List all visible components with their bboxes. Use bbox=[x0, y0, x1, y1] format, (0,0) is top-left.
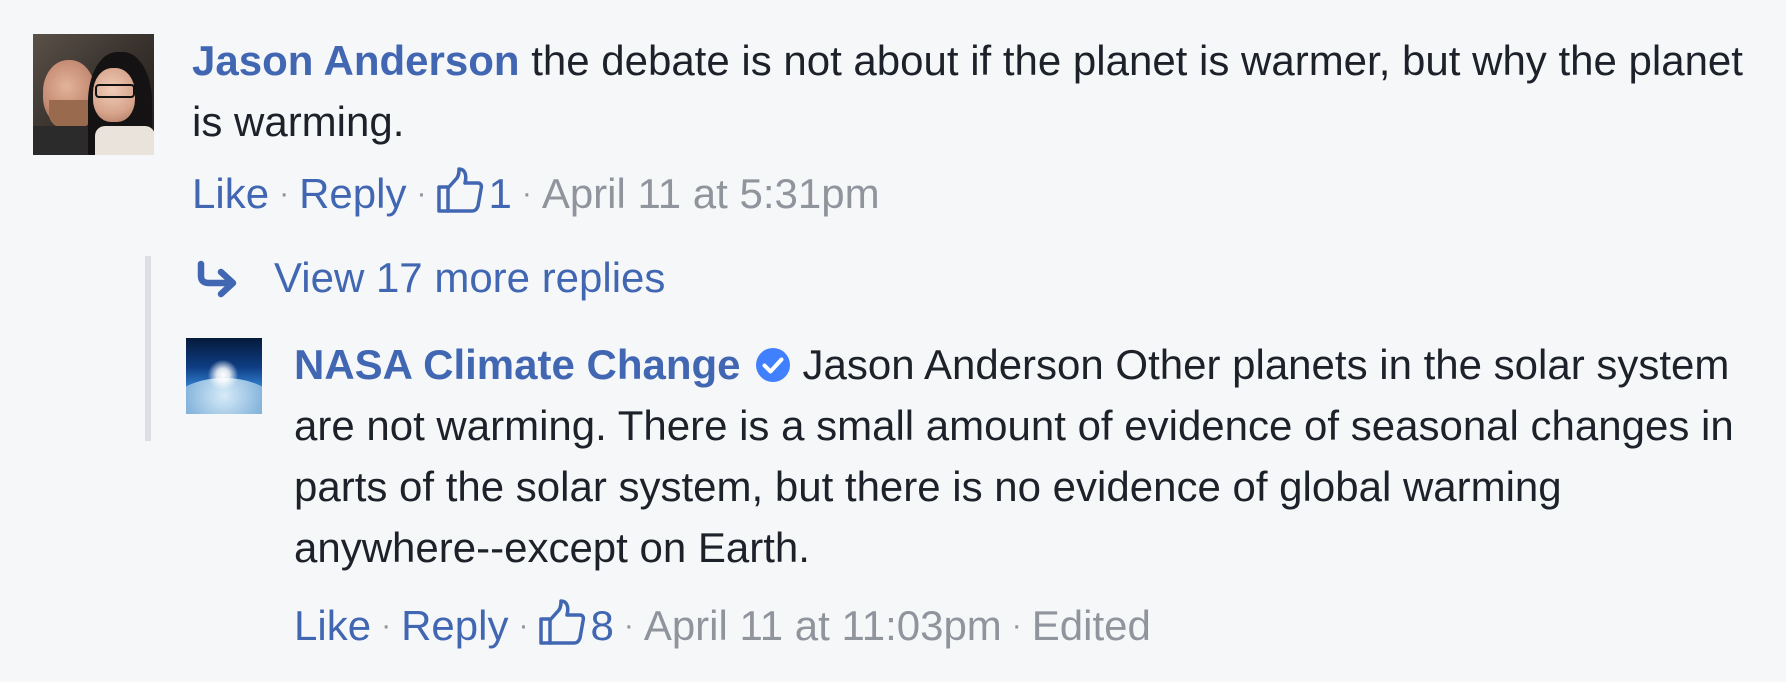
like-count-link[interactable]: 1 bbox=[436, 167, 512, 217]
edited-label[interactable]: Edited bbox=[1032, 602, 1151, 649]
separator: · bbox=[623, 609, 634, 642]
reply-button[interactable]: Reply bbox=[401, 602, 508, 649]
separator: · bbox=[381, 609, 392, 642]
comment-text-block: Jason Anderson the debate is not about i… bbox=[192, 30, 1753, 152]
thumbs-up-icon bbox=[437, 167, 484, 213]
reply-arrow-icon bbox=[197, 260, 237, 298]
timestamp[interactable]: April 11 at 11:03pm bbox=[644, 602, 1002, 649]
separator: · bbox=[279, 177, 290, 210]
avatar-shirt-right bbox=[95, 126, 154, 155]
reply-body: NASA Climate Change Jason Anderson Other … bbox=[294, 338, 1746, 652]
verified-badge-icon bbox=[755, 348, 790, 382]
avatar-sun-glow bbox=[208, 360, 238, 390]
reply-button[interactable]: Reply bbox=[299, 170, 406, 217]
avatar-glasses bbox=[95, 84, 135, 98]
comment: Jason Anderson the debate is not about i… bbox=[33, 34, 1753, 220]
reply-comment: NASA Climate Change Jason Anderson Other … bbox=[186, 338, 1746, 652]
timestamp[interactable]: April 11 at 5:31pm bbox=[542, 170, 880, 217]
comment-body: Jason Anderson the debate is not about i… bbox=[192, 34, 1753, 220]
like-count: 1 bbox=[488, 170, 512, 217]
separator: · bbox=[1011, 609, 1022, 642]
like-button[interactable]: Like bbox=[294, 602, 371, 649]
separator: · bbox=[416, 177, 427, 210]
separator: · bbox=[518, 609, 529, 642]
comment-actions: Like · Reply · 1 · April 11 at 5:31pm bbox=[192, 166, 1753, 220]
like-count: 8 bbox=[590, 602, 614, 649]
separator: · bbox=[521, 177, 532, 210]
comment-author[interactable]: Jason Anderson bbox=[192, 37, 520, 84]
avatar[interactable] bbox=[186, 338, 262, 414]
view-more-replies-button[interactable]: View 17 more replies bbox=[192, 252, 665, 304]
reply-actions: Like · Reply · 8 · April 11 at 11:03pm · Edited bbox=[294, 598, 1746, 652]
reply-author[interactable]: NASA Climate Change bbox=[294, 341, 741, 388]
thread-line bbox=[145, 256, 151, 441]
like-count-link[interactable]: 8 bbox=[538, 599, 614, 649]
view-more-replies-label: View 17 more replies bbox=[274, 254, 666, 301]
reply-text-block: NASA Climate Change Jason Anderson Other … bbox=[294, 334, 1746, 578]
thumbs-up-icon bbox=[539, 599, 586, 645]
like-button[interactable]: Like bbox=[192, 170, 269, 217]
avatar[interactable] bbox=[33, 34, 154, 155]
